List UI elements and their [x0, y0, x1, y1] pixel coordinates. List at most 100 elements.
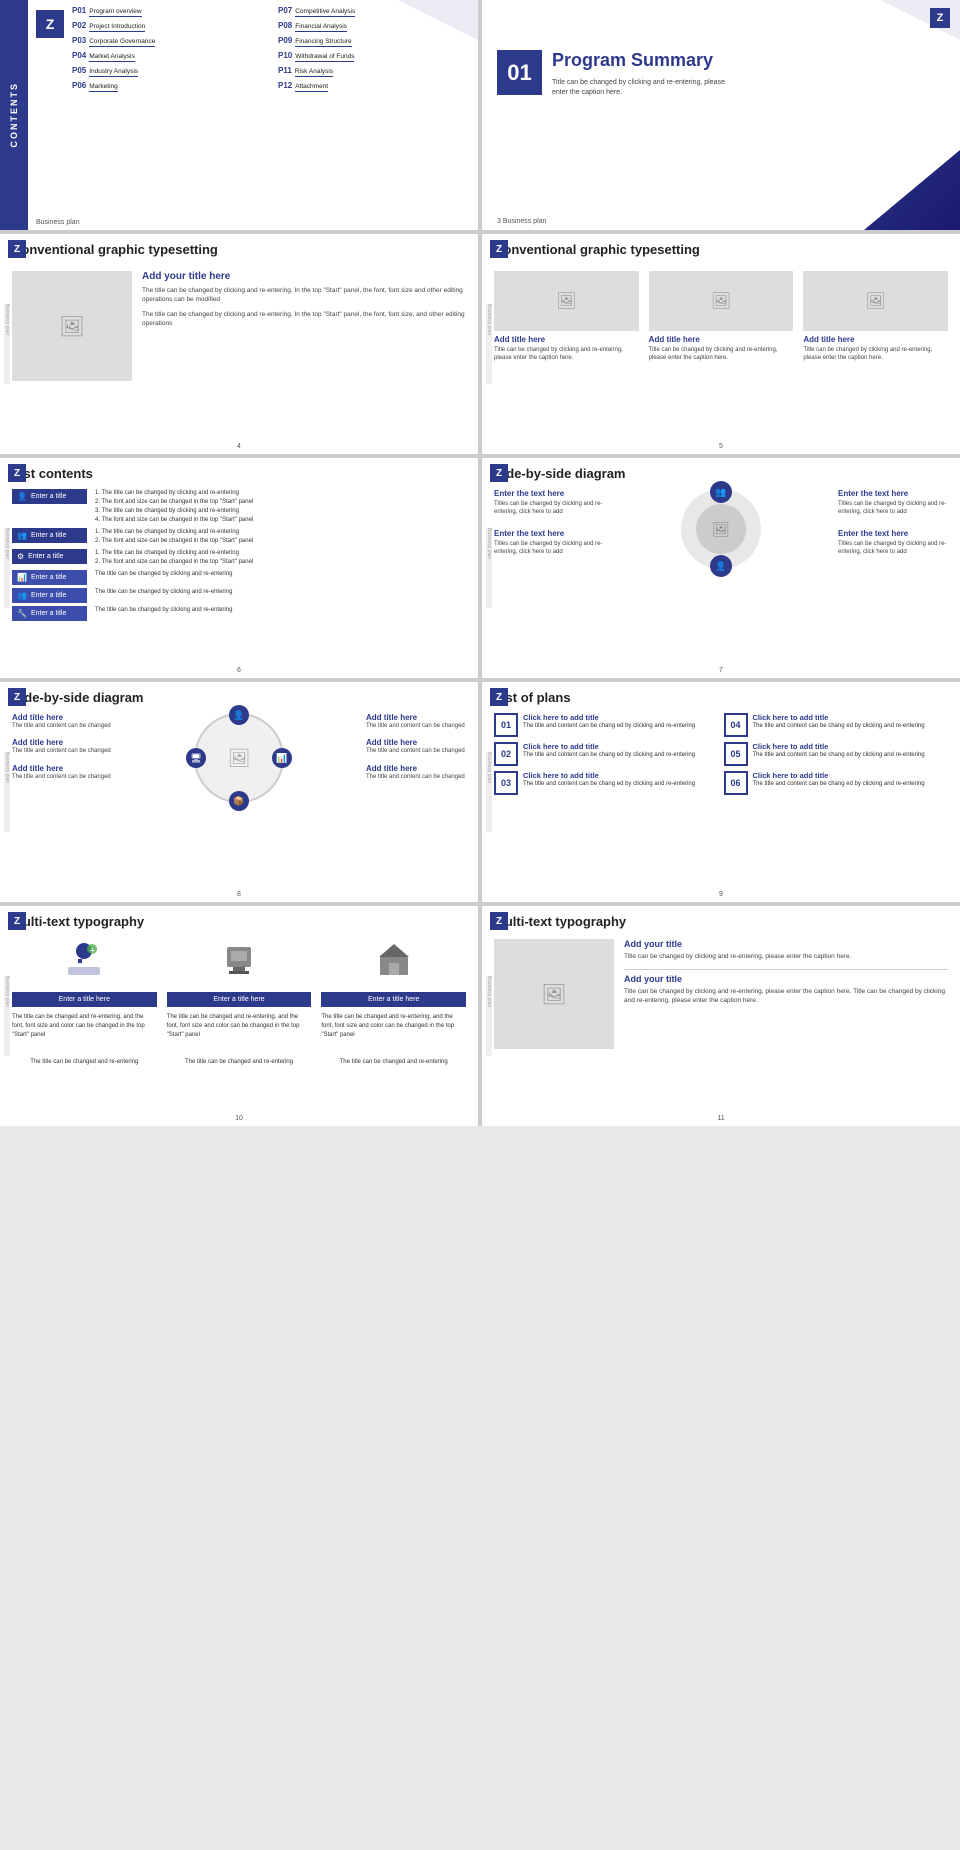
list-label-6[interactable]: 🔧 Enter a title [12, 606, 87, 621]
menu-num: P04 [72, 51, 86, 60]
col1-text: Title can be changed by clicking and re-… [494, 346, 639, 363]
bl-title[interactable]: Enter the text here [494, 529, 604, 538]
side-label: Business plan [486, 304, 492, 384]
plan-item-4: 04 Click here to add title The title and… [724, 713, 949, 737]
content-para2[interactable]: The title can be changed by clicking and… [142, 310, 466, 328]
plan-item-2: 02 Click here to add title The title and… [494, 742, 719, 766]
node-top: 👤 [229, 705, 249, 725]
br-title[interactable]: Enter the text here [838, 529, 948, 538]
bg-shape [800, 150, 960, 230]
list-label-text-3: Enter a title [28, 553, 63, 560]
list-label-4[interactable]: 📊 Enter a title [12, 570, 87, 585]
col-1: + Enter a title here The title can be ch… [12, 939, 157, 1067]
list-icon-4: 📊 [17, 573, 27, 582]
item-br-title[interactable]: Add title here [366, 764, 466, 773]
plan-title-3[interactable]: Click here to add title [523, 771, 695, 780]
col3-title[interactable]: Add title here [803, 335, 948, 344]
icon-bottom: 👤 [710, 555, 732, 577]
page-number: 8 [237, 891, 241, 898]
plan-content-3: Click here to add title The title and co… [523, 771, 695, 788]
left-col: Add title here The title and content can… [12, 713, 112, 803]
text-3: The title can be changed and re-entering… [321, 1013, 466, 1040]
list-label-3[interactable]: ⚙ Enter a title [12, 549, 87, 564]
btn-2[interactable]: Enter a title here [167, 992, 312, 1007]
plan-content-6: Click here to add title The title and co… [753, 771, 925, 788]
item-tr-title[interactable]: Add title here [366, 713, 466, 722]
sidebar: CONTENTS [0, 0, 28, 230]
br-text: Titles can be changed by clicking and re… [838, 540, 948, 557]
content-title[interactable]: Add your title here [142, 271, 466, 282]
menu-label: Market Analysis [89, 53, 135, 60]
slide-body: 🖼 Add title here Title can be changed by… [482, 265, 960, 369]
menu-item-12: P12Attachment [278, 81, 474, 92]
logo: Z [8, 240, 26, 258]
col2-title[interactable]: Add title here [649, 335, 794, 344]
page-number: 10 [235, 1115, 243, 1122]
slide-program-summary: Z 01 Program Summary Title can be change… [482, 0, 960, 230]
menu-item-9: P05Industry Analysis [72, 66, 268, 77]
list-content-6: The title can be changed by clicking and… [95, 606, 466, 615]
slide-conv-left: Z Conventional graphic typesetting 🖼 Add… [0, 234, 478, 454]
tr-title[interactable]: Enter the text here [838, 489, 948, 498]
menu-label: Corporate Governance [89, 38, 155, 45]
list-label-2[interactable]: 👥 Enter a title [12, 528, 87, 543]
plan-text-5: The title and content can be chang ed by… [753, 751, 925, 759]
plan-title-5[interactable]: Click here to add title [753, 742, 925, 751]
menu-num: P05 [72, 66, 86, 75]
title-2[interactable]: Add your title [624, 974, 948, 984]
logo: Z [490, 912, 508, 930]
list-label-1[interactable]: 👤 Enter a title [12, 489, 87, 504]
item-tl-title[interactable]: Add title here [12, 713, 112, 722]
plan-title-2[interactable]: Click here to add title [523, 742, 695, 751]
plan-title-1[interactable]: Click here to add title [523, 713, 695, 722]
item-bl-title[interactable]: Add title here [12, 764, 112, 773]
item-mr-title[interactable]: Add title here [366, 738, 466, 747]
img-3: 🖼 [803, 271, 948, 331]
plan-text-3: The title and content can be chang ed by… [523, 780, 695, 788]
item-tl: Add title here The title and content can… [12, 713, 112, 730]
slide-list-contents: Z List contents 👤 Enter a title 1. The t… [0, 458, 478, 678]
plan-title-4[interactable]: Click here to add title [753, 713, 925, 722]
slide-body: Add title here The title and content can… [0, 709, 478, 807]
list-item: 👥 Enter a title The title can be changed… [12, 588, 466, 603]
content-para1[interactable]: The title can be changed by clicking and… [142, 286, 466, 304]
menu-num: P03 [72, 36, 86, 45]
btn-1[interactable]: Enter a title here [12, 992, 157, 1007]
menu-num: P08 [278, 21, 292, 30]
plan-num-4: 04 [724, 713, 748, 737]
col-1: 🖼 Add title here Title can be changed by… [494, 271, 639, 363]
list-label-text-6: Enter a title [31, 610, 66, 617]
item-ml-title[interactable]: Add title here [12, 738, 112, 747]
btn-3[interactable]: Enter a title here [321, 992, 466, 1007]
menu-item-5: P03Corporate Governance [72, 36, 268, 47]
slide-body: 🖼 Add your title Title can be changed by… [482, 933, 960, 1055]
item-mr-text: The title and content can be changed [366, 747, 466, 755]
col-3: 🖼 Add title here Title can be changed by… [803, 271, 948, 363]
title-1[interactable]: Add your title [624, 939, 948, 949]
slide-body: 🖼 Add your title here The title can be c… [0, 265, 478, 387]
tl-item: Enter the text here Titles can be change… [494, 489, 604, 517]
br-item: Enter the text here Titles can be change… [838, 529, 948, 557]
item-br-text: The title and content can be changed [366, 773, 466, 781]
text-2b: The title can be changed and re-entering [185, 1058, 293, 1067]
inner-circle: 🖼 [696, 504, 746, 554]
list-label-5[interactable]: 👥 Enter a title [12, 588, 87, 603]
tl-title[interactable]: Enter the text here [494, 489, 604, 498]
slide-body: 01 Click here to add title The title and… [482, 709, 960, 799]
section-number: 01 [497, 50, 542, 95]
node-bottom: 📦 [229, 791, 249, 811]
plan-text-4: The title and content can be chang ed by… [753, 722, 925, 730]
menu-label: Program overview [89, 8, 141, 15]
menu-item-3: P02Project Introduction [72, 21, 268, 32]
list-icon-3: ⚙ [17, 552, 24, 561]
menu-label: Risk Analysis [295, 68, 333, 75]
section-1: Add your title Title can be changed by c… [624, 939, 948, 961]
list-label-text-4: Enter a title [31, 574, 66, 581]
slide-list-plans: Z List of plans 01 Click here to add tit… [482, 682, 960, 902]
plan-item-3: 03 Click here to add title The title and… [494, 771, 719, 795]
list-label-text-1: Enter a title [31, 493, 66, 500]
text-2: Title can be changed by clicking and re-… [624, 987, 948, 1005]
plan-title-6[interactable]: Click here to add title [753, 771, 925, 780]
slide-contents: CONTENTS Z P01Program overviewP07Competi… [0, 0, 478, 230]
col1-title[interactable]: Add title here [494, 335, 639, 344]
